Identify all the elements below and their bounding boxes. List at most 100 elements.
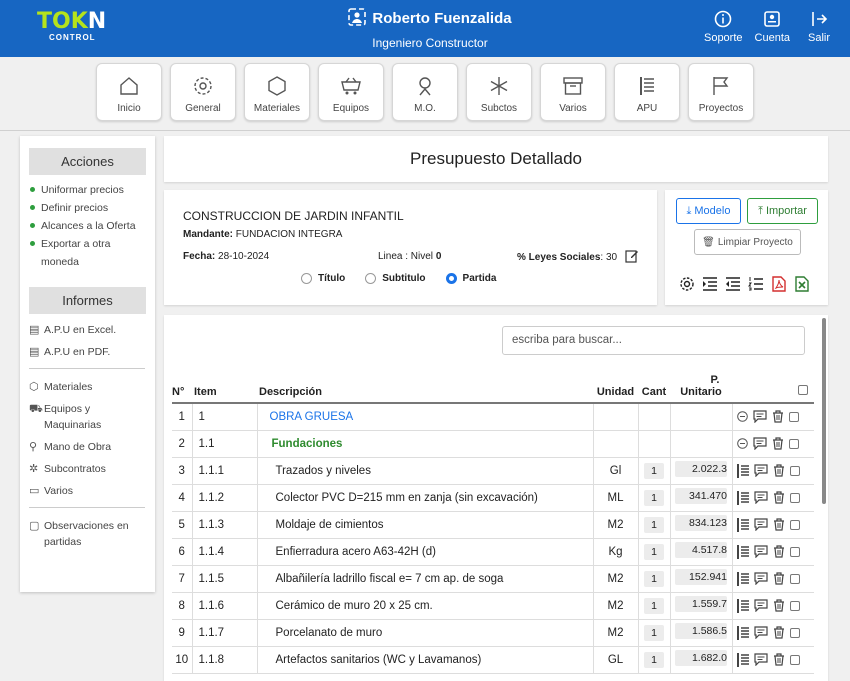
unit-price-field[interactable]: 152.941 <box>675 569 727 585</box>
action-alcances-oferta[interactable]: Alcances a la Oferta <box>29 217 155 235</box>
trash-icon[interactable] <box>773 464 785 477</box>
comment-icon[interactable] <box>753 626 768 639</box>
unit-price-field[interactable]: 834.123 <box>675 515 727 531</box>
table-row[interactable]: 1 1 OBRA GRUESA <box>172 403 814 431</box>
comment-icon[interactable] <box>753 572 768 585</box>
comment-icon[interactable] <box>753 545 768 558</box>
action-exportar-moneda[interactable]: Exportar a otra moneda <box>29 235 139 271</box>
apu-detail-icon[interactable] <box>736 598 749 613</box>
row-checkbox[interactable] <box>789 573 800 584</box>
apu-detail-icon[interactable] <box>736 463 749 478</box>
tokn-logo[interactable]: TOKN CONTROL <box>37 10 117 42</box>
numbered-list-icon[interactable] <box>748 276 764 292</box>
comment-icon[interactable] <box>753 491 768 504</box>
menu-materiales[interactable]: Materiales <box>244 63 310 121</box>
row-description[interactable]: Trazados y niveles <box>257 457 594 485</box>
pdf-icon[interactable] <box>771 276 787 292</box>
apu-detail-icon[interactable] <box>736 652 749 667</box>
menu-apu[interactable]: APU <box>614 63 680 121</box>
quantity-field[interactable]: 1 <box>644 651 664 668</box>
row-checkbox[interactable] <box>788 411 799 422</box>
table-row[interactable]: 9 1.1.7 Porcelanato de muro M2 1 1.586.5 <box>172 619 814 647</box>
unit-price-field[interactable]: 1.682.0 <box>675 650 727 666</box>
apu-detail-icon[interactable] <box>736 571 749 586</box>
table-row[interactable]: 6 1.1.4 Enfierradura acero A63-42H (d) K… <box>172 538 814 566</box>
account-button[interactable]: Cuenta <box>755 10 790 44</box>
quantity-field[interactable]: 1 <box>644 624 664 641</box>
quantity-field[interactable]: 1 <box>644 489 664 506</box>
row-checkbox[interactable] <box>789 519 800 530</box>
row-checkbox[interactable] <box>789 465 800 476</box>
table-row[interactable]: 10 1.1.8 Artefactos sanitarios (WC y Lav… <box>172 646 814 674</box>
comment-icon[interactable] <box>752 410 767 424</box>
table-row[interactable]: 4 1.1.2 Colector PVC D=215 mm en zanja (… <box>172 484 814 512</box>
comment-icon[interactable] <box>753 464 768 477</box>
apu-detail-icon[interactable] <box>736 490 749 505</box>
unit-price-field[interactable]: 4.517.8 <box>675 542 727 558</box>
trash-icon[interactable] <box>772 410 784 423</box>
row-description[interactable]: Albañilería ladrillo fiscal e= 7 cm ap. … <box>257 565 594 593</box>
trash-icon[interactable] <box>773 491 785 504</box>
table-row[interactable]: 8 1.1.6 Cerámico de muro 20 x 25 cm. M2 … <box>172 592 814 620</box>
sidebar-observaciones[interactable]: ▢ Observaciones en partidas <box>29 518 155 550</box>
trash-icon[interactable] <box>773 653 785 666</box>
logout-button[interactable]: Salir <box>802 10 836 44</box>
sidebar-mano-obra[interactable]: ⚲ Mano de Obra <box>29 439 155 455</box>
outdent-icon[interactable] <box>725 276 741 292</box>
row-description[interactable]: Fundaciones <box>257 430 594 458</box>
table-row[interactable]: 2 1.1 Fundaciones <box>172 430 814 458</box>
radio-titulo[interactable]: Título <box>301 273 345 284</box>
apu-detail-icon[interactable] <box>736 625 749 640</box>
row-checkbox[interactable] <box>789 600 800 611</box>
action-uniformar-precios[interactable]: Uniformar precios <box>29 181 155 199</box>
collapse-icon[interactable] <box>736 411 748 423</box>
unit-price-field[interactable]: 341.470 <box>675 488 727 504</box>
menu-equipos[interactable]: Equipos <box>318 63 384 121</box>
menu-mo[interactable]: M.O. <box>392 63 458 121</box>
quantity-field[interactable]: 1 <box>644 543 664 560</box>
row-checkbox[interactable] <box>789 492 800 503</box>
row-checkbox[interactable] <box>788 438 799 449</box>
comment-icon[interactable] <box>752 437 767 450</box>
trash-icon[interactable] <box>773 572 785 585</box>
sidebar-subcontratos[interactable]: ✲ Subcontratos <box>29 461 155 477</box>
report-apu-pdf[interactable]: ▤ A.P.U en PDF. <box>29 344 155 360</box>
menu-varios[interactable]: Varios <box>540 63 606 121</box>
menu-inicio[interactable]: Inicio <box>96 63 162 121</box>
sidebar-materiales[interactable]: ⬡ Materiales <box>29 379 155 395</box>
unit-price-field[interactable]: 1.559.7 <box>675 596 727 612</box>
trash-icon[interactable] <box>773 518 785 531</box>
row-description[interactable]: OBRA GRUESA <box>257 403 594 431</box>
row-checkbox[interactable] <box>789 546 800 557</box>
table-row[interactable]: 7 1.1.5 Albañilería ladrillo fiscal e= 7… <box>172 565 814 593</box>
sidebar-varios[interactable]: ▭ Varios <box>29 483 155 499</box>
select-all-checkbox[interactable] <box>732 366 814 404</box>
radio-partida[interactable]: Partida <box>445 273 496 284</box>
support-button[interactable]: Soporte <box>704 10 743 44</box>
row-description[interactable]: Porcelanato de muro <box>257 619 594 647</box>
trash-icon[interactable] <box>772 437 784 450</box>
row-description[interactable]: Moldaje de cimientos <box>257 511 594 539</box>
row-description[interactable]: Artefactos sanitarios (WC y Lavamanos) <box>257 646 594 674</box>
row-description[interactable]: Enfierradura acero A63-42H (d) <box>257 538 594 566</box>
menu-subctos[interactable]: Subctos <box>466 63 532 121</box>
row-description[interactable]: Colector PVC D=215 mm en zanja (sin exca… <box>257 484 594 512</box>
apu-detail-icon[interactable] <box>736 544 749 559</box>
trash-icon[interactable] <box>773 626 785 639</box>
trash-icon[interactable] <box>773 545 785 558</box>
unit-price-field[interactable]: 2.022.3 <box>675 461 727 477</box>
table-row[interactable]: 3 1.1.1 Trazados y niveles Gl 1 2.022.3 <box>172 457 814 485</box>
row-checkbox[interactable] <box>789 654 800 665</box>
row-description[interactable]: Cerámico de muro 20 x 25 cm. <box>257 592 594 620</box>
limpiar-proyecto-button[interactable]: 🗑 Limpiar Proyecto <box>694 229 801 255</box>
report-apu-excel[interactable]: ▤ A.P.U en Excel. <box>29 322 155 338</box>
excel-icon[interactable] <box>794 276 810 292</box>
modelo-button[interactable]: ⤓ Modelo <box>676 198 741 224</box>
importar-button[interactable]: ⤒ Importar <box>747 198 818 224</box>
sidebar-equipos[interactable]: ⛟ Equipos y Maquinarias <box>29 401 155 433</box>
unit-price-field[interactable]: 1.586.5 <box>675 623 727 639</box>
search-input[interactable]: escriba para buscar... <box>502 326 805 355</box>
quantity-field[interactable]: 1 <box>644 462 664 479</box>
quantity-field[interactable]: 1 <box>644 570 664 587</box>
quantity-field[interactable]: 1 <box>644 516 664 533</box>
